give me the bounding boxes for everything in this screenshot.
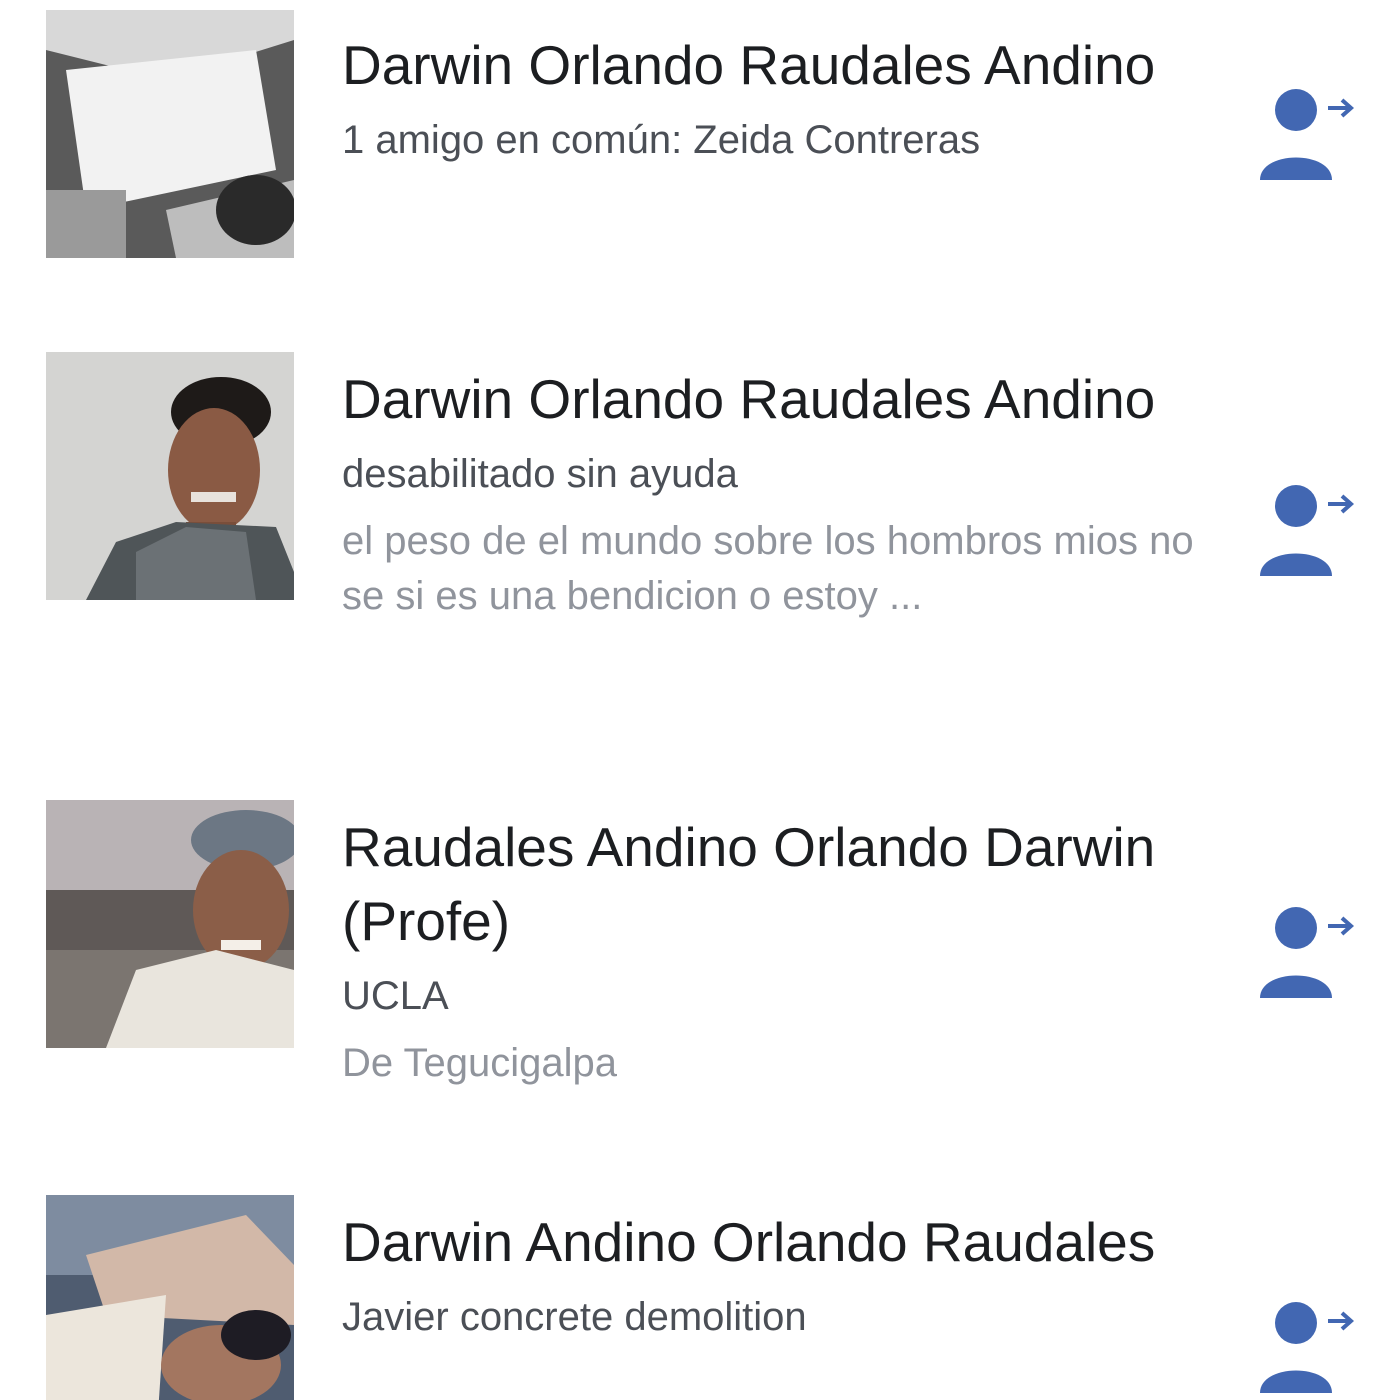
profile-photo[interactable] (46, 800, 294, 1048)
result-hometown: De Tegucigalpa (342, 1041, 618, 1085)
search-results-list: Darwin Orlando Raudales Andino 1 amigo e… (0, 0, 1400, 1400)
add-friend-icon (1260, 907, 1355, 998)
result-name[interactable]: Darwin Andino Orlando Raudales (342, 1205, 1222, 1279)
result-text: Darwin Orlando Raudales Andino desabilit… (342, 362, 1222, 624)
result-row[interactable]: Darwin Orlando Raudales Andino 1 amigo e… (0, 0, 1400, 300)
profile-photo[interactable] (46, 1195, 294, 1400)
result-description: el peso de el mundo sobre los hombros mi… (342, 519, 1194, 618)
add-friend-button[interactable] (1252, 88, 1362, 188)
profile-photo[interactable] (46, 352, 294, 600)
add-friend-icon (1260, 1302, 1355, 1393)
result-education: UCLA (342, 974, 449, 1018)
result-row[interactable]: Darwin Andino Orlando Raudales Javier co… (0, 1185, 1400, 1400)
result-text: Raudales Andino Orlando Darwin (Profe) U… (342, 810, 1222, 1091)
profile-photo[interactable] (46, 10, 294, 258)
result-text: Darwin Orlando Raudales Andino 1 amigo e… (342, 28, 1222, 168)
add-friend-button[interactable] (1252, 1301, 1362, 1400)
result-row[interactable]: Raudales Andino Orlando Darwin (Profe) U… (0, 790, 1400, 1150)
result-name[interactable]: Darwin Orlando Raudales Andino (342, 28, 1222, 102)
result-workplace: Javier concrete demolition (342, 1295, 807, 1339)
result-row[interactable]: Darwin Orlando Raudales Andino desabilit… (0, 340, 1400, 740)
add-friend-icon (1260, 485, 1355, 576)
result-name[interactable]: Darwin Orlando Raudales Andino (342, 362, 1222, 436)
mutual-friends-text: 1 amigo en común: Zeida Contreras (342, 118, 981, 162)
add-friend-button[interactable] (1252, 906, 1362, 1006)
result-text: Darwin Andino Orlando Raudales Javier co… (342, 1205, 1222, 1345)
add-friend-button[interactable] (1252, 484, 1362, 584)
add-friend-icon (1260, 89, 1355, 180)
result-subtitle: desabilitado sin ayuda (342, 452, 738, 496)
result-name[interactable]: Raudales Andino Orlando Darwin (Profe) (342, 810, 1222, 958)
